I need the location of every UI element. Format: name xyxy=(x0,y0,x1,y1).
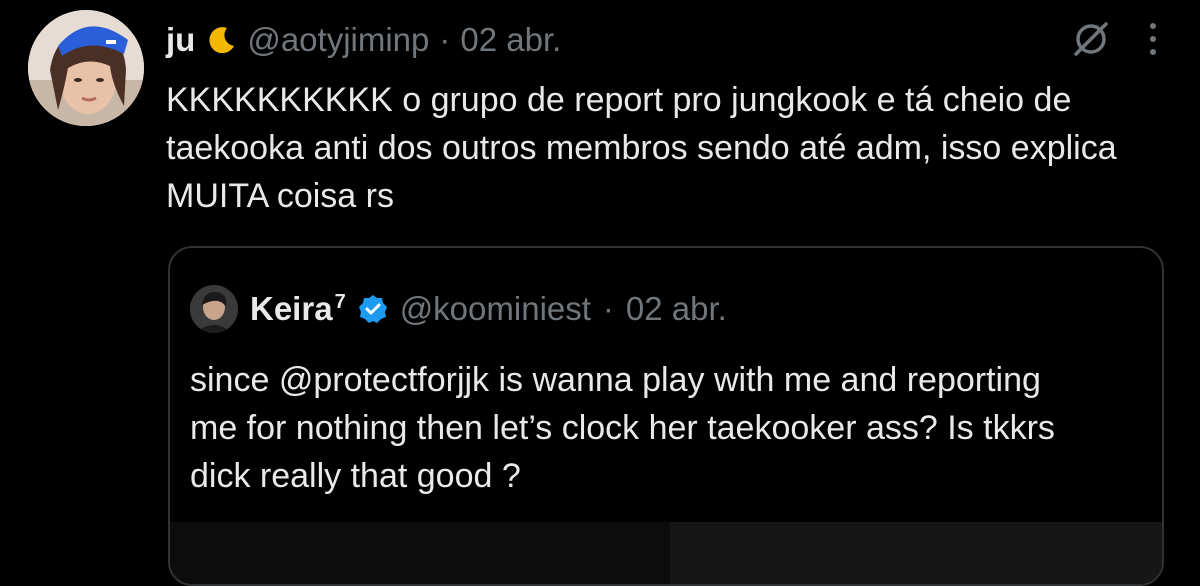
author-handle[interactable]: @aotyjiminp xyxy=(247,21,429,59)
tweet-actions xyxy=(1070,18,1160,60)
author-name[interactable]: ju xyxy=(166,21,195,59)
tweet-date[interactable]: 02 abr. xyxy=(460,21,561,59)
tweet: ju @aotyjiminp · 02 abr. KKKKKKKKKK o gr… xyxy=(0,0,1200,586)
quoted-author-name[interactable]: Keira 7 xyxy=(250,290,346,328)
quoted-tweet-media-right[interactable] xyxy=(670,522,1162,584)
quoted-author-name-text: Keira xyxy=(250,290,333,327)
quoted-tweet-date[interactable]: 02 abr. xyxy=(626,290,727,328)
quoted-separator-dot: · xyxy=(602,290,614,327)
quoted-tweet-header: Keira 7 @koominiest · 02 abr. xyxy=(190,284,727,334)
tweet-header: ju @aotyjiminp · 02 abr. xyxy=(166,14,561,66)
author-avatar[interactable] xyxy=(28,10,144,126)
quoted-tweet-media[interactable] xyxy=(170,522,1162,584)
quoted-tweet-text: since @protectforjjk is wanna play with … xyxy=(190,361,1055,495)
tweet-text: KKKKKKKKKK o grupo de report pro jungkoo… xyxy=(166,81,1117,215)
quoted-author-handle[interactable]: @koominiest xyxy=(400,290,591,328)
verified-badge-icon xyxy=(358,294,388,324)
quoted-author-avatar[interactable] xyxy=(190,285,238,333)
more-vertical-icon[interactable] xyxy=(1146,19,1160,59)
grok-icon[interactable] xyxy=(1070,18,1112,60)
crescent-moon-icon xyxy=(207,25,237,55)
quoted-tweet[interactable]: Keira 7 @koominiest · 02 abr. since @prot… xyxy=(168,246,1164,586)
separator-dot: · xyxy=(439,21,451,58)
quoted-author-superscript: 7 xyxy=(334,291,346,313)
